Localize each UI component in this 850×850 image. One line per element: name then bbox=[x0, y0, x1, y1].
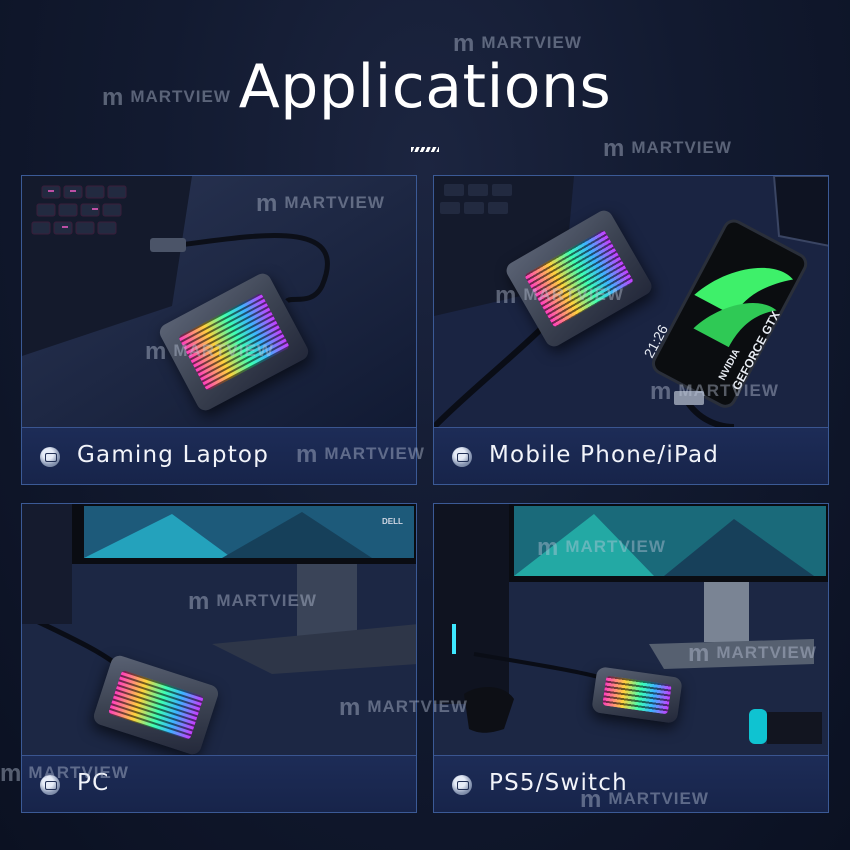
watermark: m MARTVIEW bbox=[102, 84, 231, 111]
watermark: m MARTVIEW bbox=[688, 640, 817, 667]
title-underline bbox=[411, 147, 439, 152]
watermark: m MARTVIEW bbox=[495, 282, 624, 309]
watermark: m MARTVIEW bbox=[145, 338, 274, 365]
watermark: m MARTVIEW bbox=[339, 694, 468, 721]
usb-drive-icon bbox=[452, 775, 472, 795]
panel-gaming-laptop: Gaming Laptop bbox=[21, 175, 417, 485]
watermark: m MARTVIEW bbox=[453, 30, 582, 57]
watermark: m MARTVIEW bbox=[650, 378, 779, 405]
watermark: m MARTVIEW bbox=[537, 534, 666, 561]
usb-drive-icon bbox=[40, 447, 60, 467]
watermark: m MARTVIEW bbox=[188, 588, 317, 615]
watermark: m MARTVIEW bbox=[603, 135, 732, 162]
watermark: m MARTVIEW bbox=[0, 760, 129, 787]
caption-label: Gaming Laptop bbox=[77, 442, 269, 468]
watermark: m MARTVIEW bbox=[296, 441, 425, 468]
watermark: m MARTVIEW bbox=[256, 190, 385, 217]
usb-drive-icon bbox=[452, 447, 472, 467]
monitor-brand: DELL bbox=[382, 517, 403, 526]
panel-mobile-phone: 21:26 NVIDIA GEFORCE GTX Mobile Phone/iP… bbox=[433, 175, 829, 485]
watermark: m MARTVIEW bbox=[580, 786, 709, 813]
caption-label: Mobile Phone/iPad bbox=[489, 442, 720, 468]
caption-bar: Mobile Phone/iPad bbox=[434, 427, 828, 484]
